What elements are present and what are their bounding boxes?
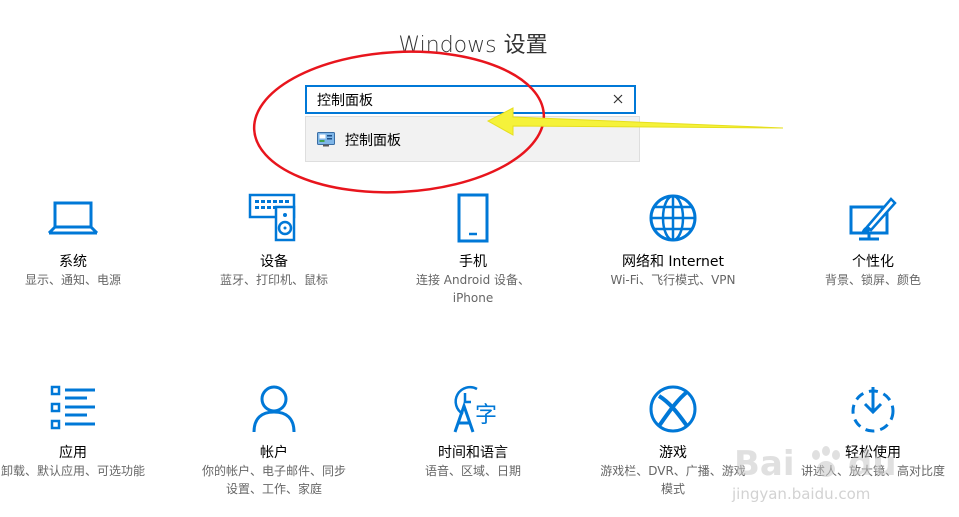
phone-icon: [393, 193, 553, 247]
xbox-icon: [593, 384, 753, 438]
tile-phone[interactable]: 手机 连接 Android 设备、 iPhone: [393, 193, 553, 307]
tile-desc: 卸载、默认应用、可选功能: [0, 464, 145, 478]
keyboard-speaker-icon: [194, 193, 354, 247]
tile-network[interactable]: 网络和 Internet Wi-Fi、飞行模式、VPN: [593, 193, 753, 289]
svg-text:du: du: [848, 444, 897, 484]
watermark-url: jingyan.baidu.com: [731, 485, 870, 503]
tile-accounts[interactable]: 帐户 你的帐户、电子邮件、同步 设置、工作、家庭: [194, 384, 354, 498]
ease-of-access-icon: [793, 384, 953, 438]
tile-name: 系统: [59, 254, 87, 270]
apps-list-icon: [0, 384, 153, 438]
tile-name: 网络和 Internet: [621, 254, 725, 270]
tile-time-language[interactable]: 字 时间和语言 语音、区域、日期: [393, 384, 553, 480]
tile-gaming[interactable]: 游戏 游戏栏、DVR、广播、游戏 模式: [593, 384, 753, 498]
tile-name: 时间和语言: [438, 445, 508, 461]
tile-system[interactable]: 系统 显示、通知、电源: [0, 193, 153, 289]
tile-name: 手机: [459, 254, 487, 270]
person-icon: [194, 384, 354, 438]
tile-name: 设备: [260, 254, 288, 270]
search-input[interactable]: [307, 87, 617, 112]
tile-desc: 蓝牙、打印机、鼠标: [219, 273, 328, 287]
tile-name: 游戏: [659, 445, 687, 461]
laptop-icon: [0, 193, 153, 247]
paint-brush-icon: [793, 193, 953, 247]
tile-desc: 游戏栏、DVR、广播、游戏: [600, 464, 746, 478]
tile-desc: 你的帐户、电子邮件、同步: [201, 464, 346, 478]
control-panel-icon: [317, 132, 335, 147]
tile-name: 应用: [59, 445, 87, 461]
suggestion-label: 控制面板: [345, 133, 401, 149]
tile-desc-line2: 模式: [660, 482, 685, 496]
tile-desc: 背景、锁屏、颜色: [824, 273, 921, 287]
svg-text:Bai: Bai: [734, 444, 795, 484]
tile-desc-line2: 设置、工作、家庭: [225, 482, 322, 496]
search-box[interactable]: [305, 85, 636, 114]
svg-text:字: 字: [475, 403, 497, 428]
tile-apps[interactable]: 应用 卸载、默认应用、可选功能: [0, 384, 153, 480]
tile-desc: 显示、通知、电源: [24, 273, 121, 287]
baidu-watermark: Bai du jingyan.baidu.com: [731, 444, 897, 503]
tile-desc: Wi-Fi、飞行模式、VPN: [610, 273, 736, 287]
search-suggestion[interactable]: 控制面板: [305, 116, 640, 162]
tile-desc: 连接 Android 设备、: [415, 273, 531, 287]
close-icon[interactable]: [610, 91, 626, 107]
settings-window: Windows 设置 控制面板 控制面板 系统 显示、通知、电源 设备 蓝牙、打…: [0, 0, 959, 517]
tile-desc-line2: iPhone: [452, 291, 494, 305]
page-title: Windows 设置: [398, 33, 548, 58]
globe-icon: [593, 193, 753, 247]
tile-name: 个性化: [852, 254, 894, 270]
tile-personalization[interactable]: 个性化 背景、锁屏、颜色: [793, 193, 953, 289]
clock-language-icon: 字: [393, 384, 553, 438]
tile-devices[interactable]: 设备 蓝牙、打印机、鼠标: [194, 193, 354, 289]
tile-desc: 语音、区域、日期: [424, 464, 521, 478]
tile-name: 帐户: [260, 445, 288, 461]
